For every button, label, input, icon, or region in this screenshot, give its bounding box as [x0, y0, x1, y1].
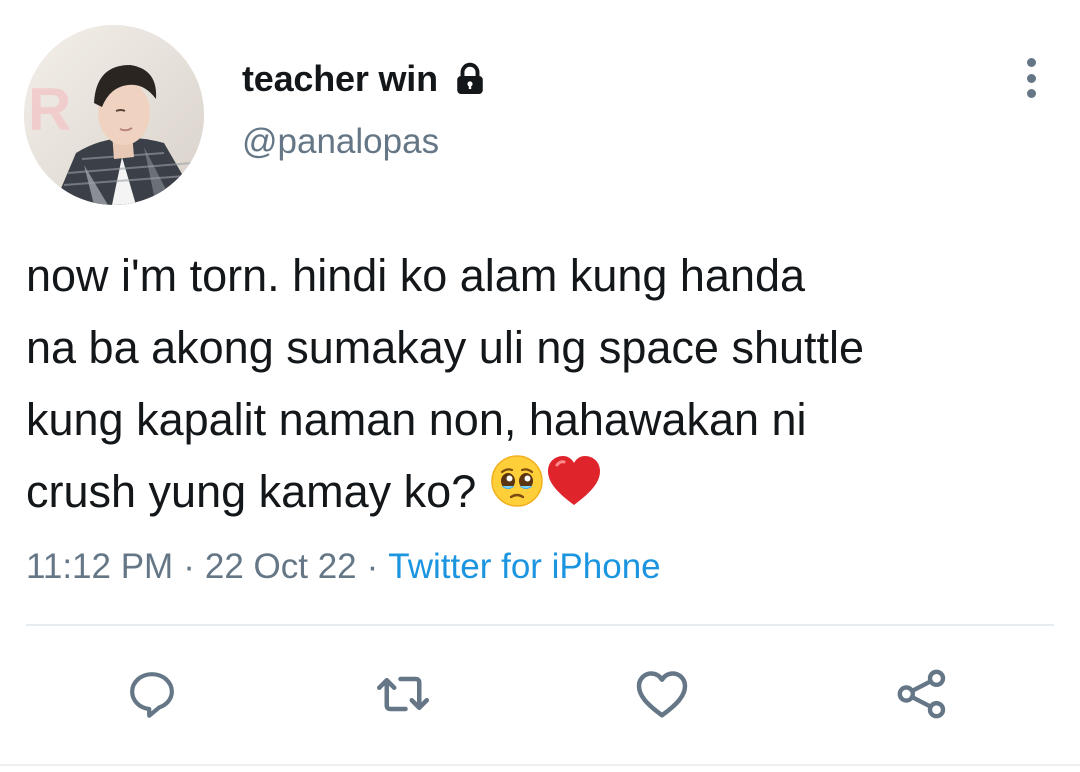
- tweet-line: crush yung kamay ko?: [26, 466, 477, 517]
- divider: [26, 624, 1054, 626]
- lock-icon: [452, 61, 488, 97]
- tweet-time: 11:12 PM: [26, 547, 174, 586]
- svg-text:R: R: [28, 76, 71, 143]
- tweet-date: 22 Oct 22: [204, 547, 357, 586]
- dot: [1026, 73, 1036, 83]
- display-name[interactable]: teacher win: [242, 58, 438, 100]
- retweet-icon: [377, 676, 429, 712]
- meta-separator: ·: [366, 547, 379, 586]
- tweet-line: kung kapalit naman non, hahawakan ni: [26, 394, 807, 445]
- tweet-line-last: crush yung kamay ko?: [26, 453, 1066, 530]
- user-name-row: teacher win: [242, 56, 488, 102]
- red-heart-emoji: [545, 453, 603, 530]
- heart-icon: [636, 671, 688, 718]
- bottom-divider: [0, 764, 1080, 766]
- tweet-meta: 11:12 PM · 22 Oct 22 · Twitter for iPhone: [26, 547, 661, 587]
- user-handle[interactable]: @panalopas: [242, 122, 439, 162]
- share-button[interactable]: [890, 662, 954, 726]
- more-vertical-icon[interactable]: [1016, 58, 1046, 98]
- like-button[interactable]: [630, 662, 694, 726]
- tweet-line: na ba akong sumakay uli ng space shuttle: [26, 322, 865, 373]
- meta-separator: ·: [183, 547, 195, 586]
- dot: [1026, 58, 1036, 67]
- avatar-image: R: [24, 25, 204, 205]
- dot: [1026, 89, 1036, 98]
- reply-icon: [130, 672, 174, 718]
- reply-button[interactable]: [120, 662, 184, 726]
- tweet-source-link[interactable]: Twitter for iPhone: [388, 547, 660, 586]
- share-icon: [897, 669, 946, 719]
- tweet-line: now i'm torn. hindi ko alam kung handa: [26, 250, 806, 301]
- pleading-face-emoji: [489, 453, 545, 530]
- tweet-text: now i'm torn. hindi ko alam kung handa na…: [26, 240, 1066, 530]
- avatar[interactable]: R: [24, 25, 204, 205]
- retweet-button[interactable]: [371, 662, 435, 726]
